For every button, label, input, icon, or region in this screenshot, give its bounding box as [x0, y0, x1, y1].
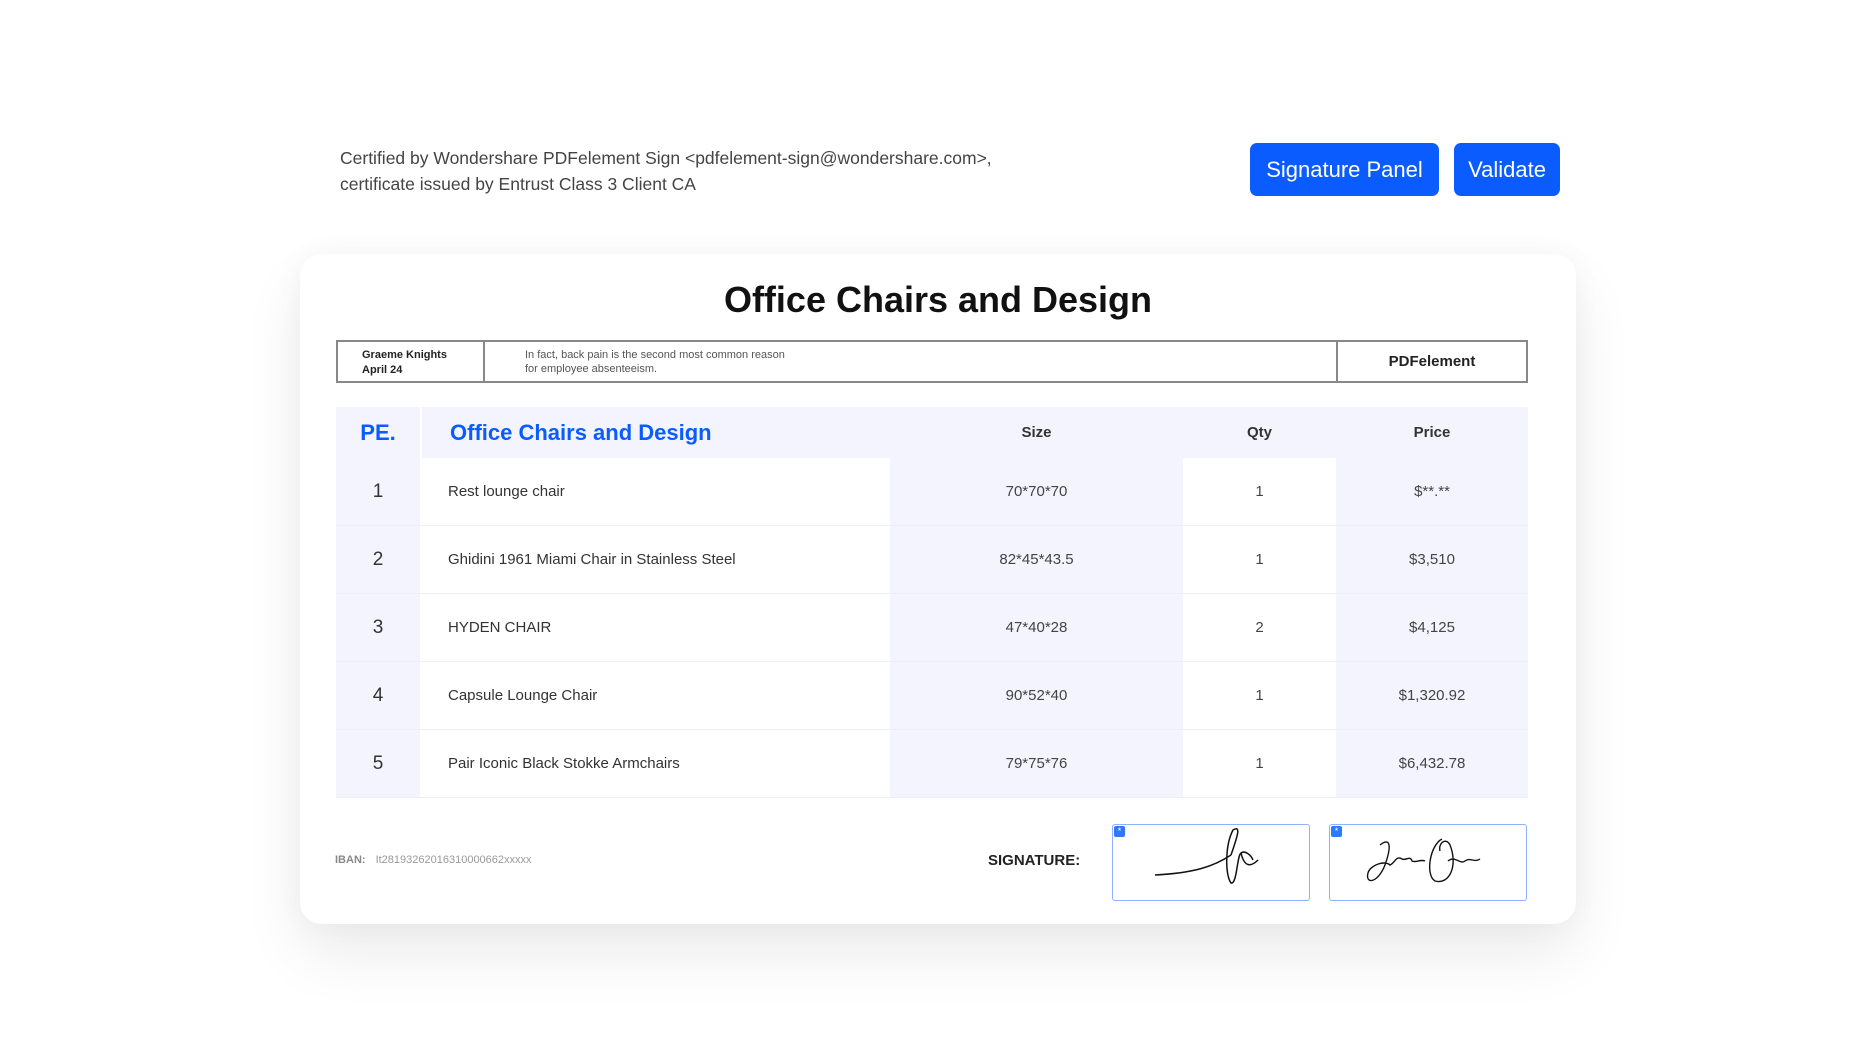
signature-field-1[interactable]: *	[1112, 824, 1310, 901]
certificate-line-1: Certified by Wondershare PDFelement Sign…	[340, 148, 992, 168]
note-line-2: for employee absenteeism.	[525, 363, 658, 375]
info-box: Graeme Knights April 24 In fact, back pa…	[336, 340, 1528, 383]
note-line-1: In fact, back pain is the second most co…	[525, 349, 785, 361]
cell-size: 47*40*28	[890, 594, 1183, 661]
table-row: 3 HYDEN CHAIR 47*40*28 2 $4,125	[336, 594, 1528, 662]
header-size: Size	[890, 407, 1183, 458]
brand-cell: PDFelement	[1388, 353, 1476, 370]
cell-qty: 1	[1183, 730, 1336, 797]
header-qty: Qty	[1183, 407, 1336, 458]
cell-qty: 2	[1183, 594, 1336, 661]
cell-name: HYDEN CHAIR	[420, 594, 890, 661]
cell-no: 3	[336, 594, 420, 661]
cell-name: Capsule Lounge Chair	[420, 662, 890, 729]
certificate-text: Certified by Wondershare PDFelement Sign…	[340, 145, 992, 197]
cell-qty: 1	[1183, 458, 1336, 525]
cell-qty: 1	[1183, 662, 1336, 729]
items-table: PE. Office Chairs and Design Size Qty Pr…	[336, 407, 1528, 798]
cell-name: Ghidini 1961 Miami Chair in Stainless St…	[420, 526, 890, 593]
certificate-line-2: certificate issued by Entrust Class 3 Cl…	[340, 174, 696, 194]
validate-button[interactable]: Validate	[1454, 143, 1560, 196]
header-name: Office Chairs and Design	[420, 407, 890, 458]
cell-no: 4	[336, 662, 420, 729]
cell-price: $6,432.78	[1336, 730, 1528, 797]
cell-size: 79*75*76	[890, 730, 1183, 797]
header-price: Price	[1336, 407, 1528, 458]
author-cell: Graeme Knights April 24	[338, 342, 485, 381]
cell-price: $1,320.92	[1336, 662, 1528, 729]
cell-no: 1	[336, 458, 420, 525]
cell-name: Rest lounge chair	[420, 458, 890, 525]
iban-label: IBAN:	[335, 854, 366, 866]
table-row: 1 Rest lounge chair 70*70*70 1 $**.**	[336, 458, 1528, 526]
author-date: April 24	[362, 364, 403, 376]
table-row: 5 Pair Iconic Black Stokke Armchairs 79*75…	[336, 730, 1528, 798]
table-row: 2 Ghidini 1961 Miami Chair in Stainless S…	[336, 526, 1528, 594]
cell-price: $**.**	[1336, 458, 1528, 525]
document-title: Office Chairs and Design	[723, 279, 1153, 320]
cell-size: 90*52*40	[890, 662, 1183, 729]
cell-no: 5	[336, 730, 420, 797]
signature-label: SIGNATURE:	[988, 852, 1081, 869]
signature-image-1	[1154, 828, 1259, 884]
table-row: 4 Capsule Lounge Chair 90*52*40 1 $1,320.92	[336, 662, 1528, 730]
cell-qty: 1	[1183, 526, 1336, 593]
author-name: Graeme Knights	[362, 349, 447, 361]
header-logo: PE.	[336, 407, 420, 458]
iban: IBAN: It28193262016310000662xxxxx	[335, 854, 532, 866]
signature-image-2	[1366, 838, 1481, 883]
table-header: PE. Office Chairs and Design Size Qty Pr…	[336, 407, 1528, 458]
note-cell: In fact, back pain is the second most co…	[485, 342, 1338, 381]
signature-field-2[interactable]: *	[1329, 824, 1527, 901]
cell-price: $3,510	[1336, 526, 1528, 593]
iban-value: It28193262016310000662xxxxx	[375, 854, 532, 866]
signature-panel-button[interactable]: Signature Panel	[1250, 143, 1439, 196]
cell-size: 82*45*43.5	[890, 526, 1183, 593]
cell-name: Pair Iconic Black Stokke Armchairs	[420, 730, 890, 797]
cell-price: $4,125	[1336, 594, 1528, 661]
cell-no: 2	[336, 526, 420, 593]
document-card: Office Chairs and Design Graeme Knights …	[300, 254, 1576, 924]
cell-size: 70*70*70	[890, 458, 1183, 525]
